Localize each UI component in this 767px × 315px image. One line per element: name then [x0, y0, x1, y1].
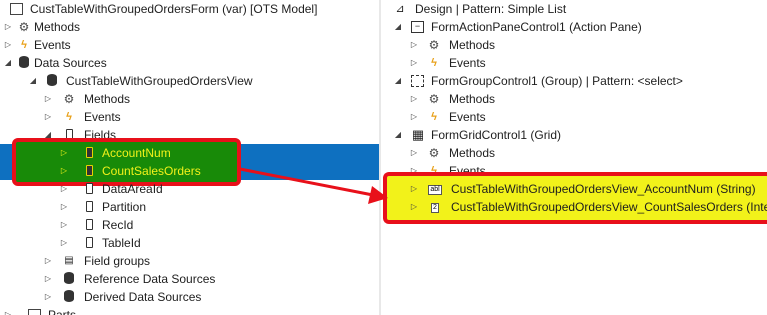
design-tree: ⊿ Design | Pattern: Simple List ◢ − Form…: [381, 0, 767, 315]
database-icon: [62, 290, 76, 304]
expand-icon[interactable]: ▷: [409, 108, 419, 126]
field-item-tableid[interactable]: ▷ TableId: [0, 234, 379, 252]
expand-icon[interactable]: ▷: [409, 180, 419, 198]
tree-item-view[interactable]: ◢ CustTableWithGroupedOrdersView: [0, 72, 379, 90]
tree-item-parts[interactable]: ▷ Parts: [0, 306, 379, 315]
data-sources-tree: CustTableWithGroupedOrdersForm (var) [OT…: [0, 0, 379, 315]
events-icon: ϟ: [431, 111, 437, 123]
collapse-icon[interactable]: ◢: [393, 72, 403, 90]
expand-icon[interactable]: ▷: [43, 108, 53, 126]
expand-icon[interactable]: ▷: [59, 144, 69, 162]
collapse-icon[interactable]: ◢: [28, 72, 38, 90]
fields-icon: [62, 128, 76, 142]
field-icon: [82, 146, 96, 160]
grid-field-countsalesorders[interactable]: ▷ 2 CustTableWithGroupedOrdersView_Count…: [381, 198, 767, 216]
form-icon: [10, 3, 23, 15]
field-item-dataareaid[interactable]: ▷ DataAreaId: [0, 180, 379, 198]
datasource-icon: [45, 74, 59, 88]
expand-icon[interactable]: ▷: [43, 90, 53, 108]
expand-icon[interactable]: ▷: [59, 162, 69, 180]
expand-icon[interactable]: ▷: [59, 234, 69, 252]
tree-item-grid[interactable]: ◢ ▦ FormGridControl1 (Grid): [381, 126, 767, 144]
tree-item-design[interactable]: ⊿ Design | Pattern: Simple List: [381, 0, 767, 18]
collapse-icon[interactable]: ◢: [393, 18, 403, 36]
collapse-icon[interactable]: ◢: [393, 126, 403, 144]
methods-icon: ⚙: [18, 20, 30, 34]
tree-root-form[interactable]: CustTableWithGroupedOrdersForm (var) [OT…: [0, 0, 379, 18]
methods-icon: ⚙: [63, 92, 75, 106]
field-icon: [82, 182, 96, 196]
expand-icon[interactable]: ▷: [59, 216, 69, 234]
integer-field-icon: 2: [431, 203, 439, 213]
field-groups-icon: ▤: [64, 255, 74, 266]
expand-icon[interactable]: ▷: [409, 36, 419, 54]
tree-item-action-pane-events[interactable]: ▷ ϟ Events: [381, 54, 767, 72]
collapse-icon[interactable]: ◢: [3, 54, 13, 72]
methods-icon: ⚙: [428, 38, 440, 52]
expand-icon[interactable]: ▷: [409, 90, 419, 108]
expand-icon[interactable]: ▷: [43, 270, 53, 288]
tree-item-group-events[interactable]: ▷ ϟ Events: [381, 108, 767, 126]
design-icon: ⊿: [395, 3, 405, 15]
field-icon: [82, 236, 96, 250]
field-icon: [82, 200, 96, 214]
field-item-accountnum[interactable]: ▷ AccountNum: [0, 144, 379, 162]
expand-icon[interactable]: ▷: [409, 198, 419, 216]
tree-item-events[interactable]: ▷ ϟ Events: [0, 36, 379, 54]
grid-field-accountnum[interactable]: ▷ abl CustTableWithGroupedOrdersView_Acc…: [381, 180, 767, 198]
expand-icon[interactable]: ▷: [43, 252, 53, 270]
form-name: CustTableWithGroupedOrdersForm (var) [OT…: [30, 2, 318, 16]
tree-item-view-methods[interactable]: ▷ ⚙ Methods: [0, 90, 379, 108]
grid-icon: ▦: [411, 127, 425, 142]
expand-icon[interactable]: ▷: [409, 54, 419, 72]
tree-item-derived-data-sources[interactable]: ▷ Derived Data Sources: [0, 288, 379, 306]
expand-icon[interactable]: ▷: [59, 198, 69, 216]
tree-item-data-sources[interactable]: ◢ Data Sources: [0, 54, 379, 72]
tree-item-group-methods[interactable]: ▷ ⚙ Methods: [381, 90, 767, 108]
events-icon: ϟ: [21, 39, 27, 51]
tree-item-field-groups[interactable]: ▷ ▤ Field groups: [0, 252, 379, 270]
expand-icon[interactable]: ▷: [43, 288, 53, 306]
tree-item-view-events[interactable]: ▷ ϟ Events: [0, 108, 379, 126]
methods-icon: ⚙: [428, 92, 440, 106]
tree-item-reference-data-sources[interactable]: ▷ Reference Data Sources: [0, 270, 379, 288]
database-icon: [62, 272, 76, 286]
methods-icon: ⚙: [428, 146, 440, 160]
expand-icon[interactable]: ▷: [409, 144, 419, 162]
group-icon: [411, 75, 424, 87]
events-icon: ϟ: [431, 57, 437, 69]
tree-item-grid-methods[interactable]: ▷ ⚙ Methods: [381, 144, 767, 162]
string-field-icon: abl: [428, 185, 442, 195]
field-item-partition[interactable]: ▷ Partition: [0, 198, 379, 216]
expand-icon[interactable]: ▷: [3, 36, 13, 54]
field-item-recid[interactable]: ▷ RecId: [0, 216, 379, 234]
parts-icon: [28, 309, 41, 315]
tree-item-action-pane-methods[interactable]: ▷ ⚙ Methods: [381, 36, 767, 54]
field-item-countsalesorders[interactable]: ▷ CountSalesOrders: [0, 162, 379, 180]
tree-item-methods[interactable]: ▷ ⚙ Methods: [0, 18, 379, 36]
field-icon: [82, 164, 96, 178]
field-icon: [82, 218, 96, 232]
database-icon: [17, 56, 31, 70]
expand-icon[interactable]: ▷: [59, 180, 69, 198]
tree-item-group[interactable]: ◢ FormGroupControl1 (Group) | Pattern: <…: [381, 72, 767, 90]
expand-icon[interactable]: ▷: [3, 306, 13, 315]
events-icon: ϟ: [66, 111, 72, 123]
expand-icon[interactable]: ▷: [3, 18, 13, 36]
action-pane-icon: −: [411, 21, 424, 33]
tree-item-action-pane[interactable]: ◢ − FormActionPaneControl1 (Action Pane): [381, 18, 767, 36]
